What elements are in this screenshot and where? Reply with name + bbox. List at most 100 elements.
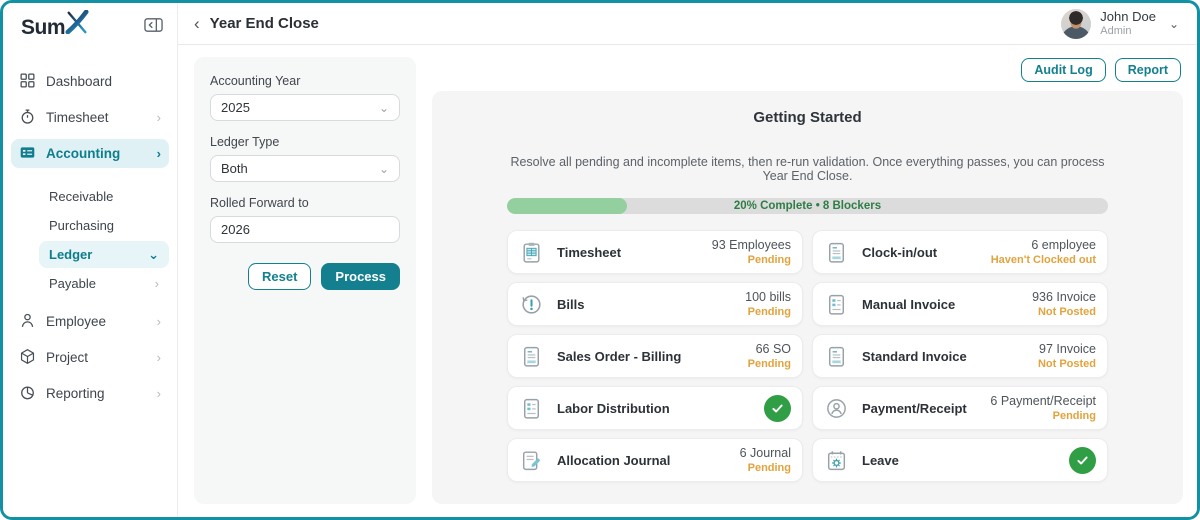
app-logo: Sum bbox=[21, 9, 89, 40]
sidebar-item-dashboard[interactable]: Dashboard bbox=[11, 67, 169, 96]
card-bills[interactable]: Bills 100 bills Pending bbox=[507, 282, 803, 326]
sidebar-collapse-icon[interactable] bbox=[144, 17, 163, 33]
card-sales-order-billing[interactable]: Sales Order - Billing 66 SO Pending bbox=[507, 334, 803, 378]
card-title: Timesheet bbox=[557, 244, 622, 260]
audit-log-button[interactable]: Audit Log bbox=[1021, 58, 1106, 82]
sidebar-item-reporting[interactable]: Reporting › bbox=[11, 379, 169, 408]
ledger-type-label: Ledger Type bbox=[210, 135, 280, 149]
card-allocation-journal[interactable]: Allocation Journal 6 Journal Pending bbox=[507, 438, 803, 482]
cube-icon bbox=[19, 348, 36, 368]
card-value: 6 employee bbox=[1031, 237, 1096, 252]
card-timesheet[interactable]: Timesheet 93 Employees Pending bbox=[507, 230, 803, 274]
card-title: Bills bbox=[557, 296, 585, 312]
getting-started-panel: Getting Started Resolve all pending and … bbox=[432, 91, 1183, 504]
card-status: Not Posted bbox=[1037, 305, 1096, 318]
ledger-type-value: Both bbox=[221, 161, 248, 176]
card-title: Sales Order - Billing bbox=[557, 348, 682, 364]
accounting-year-select[interactable]: 2025 ⌄ bbox=[210, 94, 400, 121]
sidebar-item-label: Dashboard bbox=[46, 74, 113, 89]
page-title: Year End Close bbox=[209, 15, 319, 32]
report-button[interactable]: Report bbox=[1114, 58, 1181, 82]
card-payment-receipt[interactable]: Payment/Receipt 6 Payment/Receipt Pendin… bbox=[812, 386, 1108, 430]
card-value: 97 Invoice bbox=[1039, 341, 1096, 356]
sidebar-item-employee[interactable]: Employee › bbox=[11, 307, 169, 336]
sidebar: Sum Dashboard Timesheet › Accounting › R… bbox=[3, 3, 178, 517]
chevron-down-icon: ⌄ bbox=[378, 161, 389, 176]
card-value: 936 Invoice bbox=[1032, 289, 1096, 304]
logo-x-icon bbox=[65, 9, 89, 39]
card-title: Manual Invoice bbox=[862, 296, 956, 312]
progress-bar: 20% Complete • 8 Blockers bbox=[507, 198, 1108, 214]
invoice-list-icon bbox=[519, 396, 544, 421]
person-circle-icon bbox=[824, 396, 849, 421]
sidebar-item-label: Purchasing bbox=[49, 218, 115, 233]
document-pencil-icon bbox=[519, 448, 544, 473]
page-header: ‹ Year End Close John Doe Admin ⌄ bbox=[178, 3, 1197, 45]
sidebar-item-accounting[interactable]: Accounting › bbox=[11, 139, 169, 168]
card-status: Pending bbox=[747, 253, 791, 266]
sidebar-item-payable[interactable]: Payable › bbox=[39, 270, 169, 297]
card-value: 6 Payment/Receipt bbox=[990, 393, 1096, 408]
document-icon bbox=[824, 240, 849, 265]
card-leave[interactable]: Leave bbox=[812, 438, 1108, 482]
ledger-card-icon bbox=[19, 144, 36, 164]
card-title: Labor Distribution bbox=[557, 400, 670, 416]
card-title: Payment/Receipt bbox=[862, 400, 967, 416]
card-standard-invoice[interactable]: Standard Invoice 97 Invoice Not Posted bbox=[812, 334, 1108, 378]
history-circle-icon bbox=[519, 292, 544, 317]
user-menu[interactable]: John Doe Admin ⌄ bbox=[1061, 8, 1179, 39]
card-status: Not Posted bbox=[1037, 357, 1096, 370]
dashboard-grid-icon bbox=[19, 72, 36, 92]
board-description: Resolve all pending and incomplete items… bbox=[510, 155, 1105, 183]
accounting-year-value: 2025 bbox=[221, 100, 250, 115]
card-status: Pending bbox=[747, 461, 791, 474]
progress-label: 20% Complete • 8 Blockers bbox=[733, 200, 882, 212]
document-icon bbox=[519, 344, 544, 369]
card-title: Clock-in/out bbox=[862, 244, 938, 260]
logo-text: Sum bbox=[21, 16, 66, 39]
clipboard-table-icon bbox=[519, 240, 544, 265]
card-value: 6 Journal bbox=[739, 445, 791, 460]
card-status: Haven't Clocked out bbox=[990, 253, 1096, 266]
chevron-right-icon: › bbox=[154, 276, 159, 291]
sidebar-item-label: Reporting bbox=[46, 386, 105, 401]
sidebar-item-timesheet[interactable]: Timesheet › bbox=[11, 103, 169, 132]
sidebar-item-ledger[interactable]: Ledger ⌄ bbox=[39, 241, 169, 268]
sidebar-item-purchasing[interactable]: Purchasing bbox=[39, 212, 169, 239]
card-title: Leave bbox=[862, 452, 899, 468]
check-circle-icon bbox=[1069, 446, 1096, 474]
chevron-right-icon: › bbox=[156, 386, 161, 401]
sidebar-item-project[interactable]: Project › bbox=[11, 343, 169, 372]
card-clock-in-out[interactable]: Clock-in/out 6 employee Haven't Clocked … bbox=[812, 230, 1108, 274]
rolled-forward-input[interactable] bbox=[210, 216, 400, 243]
chevron-down-icon: ⌄ bbox=[148, 246, 159, 262]
sidebar-item-label: Ledger bbox=[49, 247, 93, 262]
card-status: Pending bbox=[747, 305, 791, 318]
sidebar-item-label: Project bbox=[46, 350, 89, 365]
calendar-sun-icon bbox=[824, 448, 849, 473]
sidebar-item-label: Timesheet bbox=[46, 110, 109, 125]
process-button[interactable]: Process bbox=[321, 263, 400, 290]
reset-button[interactable]: Reset bbox=[247, 263, 312, 290]
chevron-down-icon: ⌄ bbox=[1168, 16, 1179, 31]
card-status: Pending bbox=[747, 357, 791, 370]
chevron-right-icon: › bbox=[156, 146, 161, 161]
ledger-type-select[interactable]: Both ⌄ bbox=[210, 155, 400, 182]
check-circle-icon bbox=[764, 394, 791, 422]
app-window: Sum Dashboard Timesheet › Accounting › R… bbox=[0, 0, 1200, 520]
card-value: 100 bills bbox=[745, 289, 791, 304]
chevron-down-icon: ⌄ bbox=[378, 100, 389, 115]
sidebar-item-receivable[interactable]: Receivable bbox=[39, 183, 169, 210]
card-manual-invoice[interactable]: Manual Invoice 936 Invoice Not Posted bbox=[812, 282, 1108, 326]
sidebar-item-label: Receivable bbox=[49, 189, 114, 204]
back-chevron-icon[interactable]: ‹ bbox=[194, 14, 200, 34]
sidebar-item-label: Accounting bbox=[46, 146, 121, 161]
avatar bbox=[1061, 8, 1092, 39]
chevron-right-icon: › bbox=[156, 350, 161, 365]
rolled-forward-label: Rolled Forward to bbox=[210, 196, 309, 210]
stopwatch-icon bbox=[19, 108, 36, 128]
card-labor-distribution[interactable]: Labor Distribution bbox=[507, 386, 803, 430]
user-name: John Doe bbox=[1100, 8, 1156, 24]
card-value: 66 SO bbox=[755, 341, 791, 356]
sidebar-nav: Dashboard Timesheet › Accounting › Recei… bbox=[3, 47, 177, 415]
